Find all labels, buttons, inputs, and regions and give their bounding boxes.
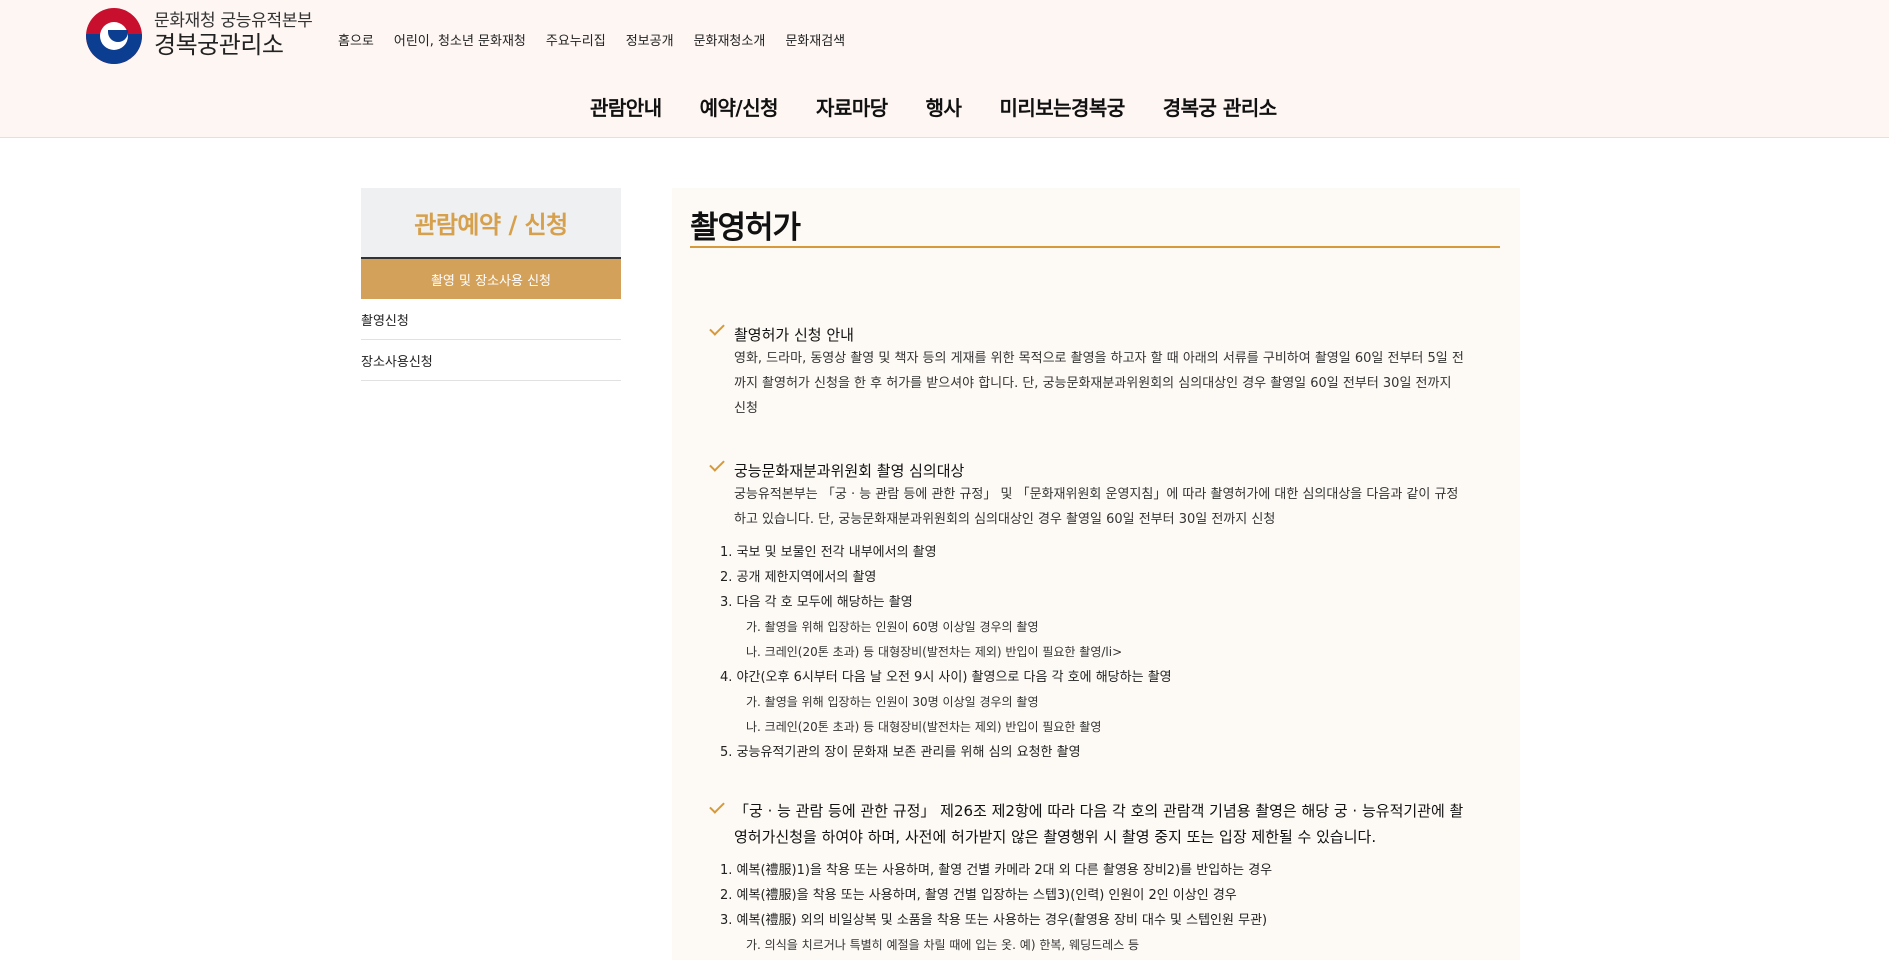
logo-line1: 문화재청 궁능유적본부 (154, 11, 313, 32)
title-divider (690, 246, 1500, 248)
sidebar-header: 관람예약 / 신청 (361, 188, 621, 259)
taegeuk-logo-icon (86, 8, 142, 64)
list-item: 5. 궁능유적기관의 장이 문화재 보존 관리를 위해 심의 요청한 촬영 (720, 745, 1081, 760)
sidebar-item-venue[interactable]: 장소사용신청 (361, 340, 621, 381)
gnb-item-resources[interactable]: 자료마당 (816, 92, 888, 121)
list-item: 1. 예복(禮服)1)을 착용 또는 사용하며, 촬영 건별 카메라 2대 외 … (720, 863, 1273, 878)
section-title: 궁능문화재분과위원회 촬영 심의대상 (734, 462, 965, 480)
check-icon (709, 798, 725, 814)
util-link-sites[interactable]: 주요누리집 (546, 30, 606, 49)
util-link-info[interactable]: 정보공개 (626, 30, 674, 49)
util-link-about[interactable]: 문화재청소개 (694, 30, 766, 49)
logo-text: 문화재청 궁능유적본부 경복궁관리소 (154, 12, 313, 59)
gnb-item-visit[interactable]: 관람안내 (590, 92, 662, 121)
souvenir-list: 1. 예복(禮服)1)을 착용 또는 사용하며, 촬영 건별 카메라 2대 외 … (720, 858, 1480, 958)
section-body: 영화, 드라마, 동영상 촬영 및 책자 등의 게재를 위한 목적으로 촬영을 … (734, 351, 1464, 416)
logo-line2: 경복궁관리소 (154, 30, 284, 59)
gnb-item-reservation[interactable]: 예약/신청 (700, 92, 779, 121)
sidebar-title: 관람예약 / 신청 (414, 211, 568, 239)
list-subitem: 가. 의식을 치르거나 특별히 예절을 차릴 때에 입는 옷. 예) 한복, 웨… (746, 938, 1140, 952)
utility-nav: 홈으로 어린이, 청소년 문화재청 주요누리집 정보공개 문화재청소개 문화재검… (338, 30, 845, 49)
section-title: 「궁 · 능 관람 등에 관한 규정」 제26조 제2항에 따라 다음 각 호의… (734, 802, 1464, 846)
util-link-search[interactable]: 문화재검색 (785, 30, 845, 49)
gnb-item-preview[interactable]: 미리보는경복궁 (999, 92, 1125, 121)
util-link-home[interactable]: 홈으로 (338, 30, 374, 49)
list-subitem: 가. 촬영을 위해 입장하는 인원이 60명 이상일 경우의 촬영 (746, 620, 1039, 634)
list-item: 3. 예복(禮服) 외의 비일상복 및 소품을 착용 또는 사용하는 경우(촬영… (720, 913, 1268, 928)
list-item: 2. 예복(禮服)을 착용 또는 사용하며, 촬영 건별 입장하는 스텝3)(인… (720, 888, 1237, 903)
site-header: 문화재청 궁능유적본부 경복궁관리소 홈으로 어린이, 청소년 문화재청 주요누… (0, 0, 1889, 138)
list-item: 4. 야간(오후 6시부터 다음 날 오전 9시 사이) 촬영으로 다음 각 호… (720, 670, 1172, 685)
main-nav: 관람안내 예약/신청 자료마당 행사 미리보는경복궁 경복궁 관리소 (590, 92, 1277, 121)
util-link-kids[interactable]: 어린이, 청소년 문화재청 (394, 30, 526, 49)
sidebar: 관람예약 / 신청 촬영 및 장소사용 신청 촬영신청 장소사용신청 (361, 188, 621, 381)
list-subitem: 나. 크레인(20톤 초과) 등 대형장비(발전차는 제외) 반입이 필요한 촬… (746, 720, 1102, 734)
list-item: 2. 공개 제한지역에서의 촬영 (720, 570, 877, 585)
list-item: 3. 다음 각 호 모두에 해당하는 촬영 (720, 595, 913, 610)
main-content: 촬영허가 촬영허가 신청 안내 영화, 드라마, 동영상 촬영 및 책자 등의 … (672, 188, 1520, 960)
list-subitem: 가. 촬영을 위해 입장하는 인원이 30명 이상일 경우의 촬영 (746, 695, 1039, 709)
section-body: 궁능유적본부는 「궁 · 능 관람 등에 관한 규정」 및 「문화재위원회 운영… (734, 487, 1459, 527)
gnb-item-office[interactable]: 경복궁 관리소 (1163, 92, 1277, 121)
list-subitem: 나. 크레인(20톤 초과) 등 대형장비(발전차는 제외) 반입이 필요한 촬… (746, 645, 1123, 659)
section-title: 촬영허가 신청 안내 (734, 326, 854, 344)
page-title: 촬영허가 (690, 210, 801, 246)
sidebar-item-filming[interactable]: 촬영신청 (361, 299, 621, 340)
check-icon (709, 320, 725, 336)
gnb-item-events[interactable]: 행사 (926, 92, 962, 121)
sidebar-item-active[interactable]: 촬영 및 장소사용 신청 (361, 259, 621, 299)
review-list: 1. 국보 및 보물인 전각 내부에서의 촬영 2. 공개 제한지역에서의 촬영… (720, 540, 1480, 765)
list-item: 1. 국보 및 보물인 전각 내부에서의 촬영 (720, 545, 937, 560)
site-logo[interactable]: 문화재청 궁능유적본부 경복궁관리소 (86, 8, 313, 64)
check-icon (709, 456, 725, 472)
